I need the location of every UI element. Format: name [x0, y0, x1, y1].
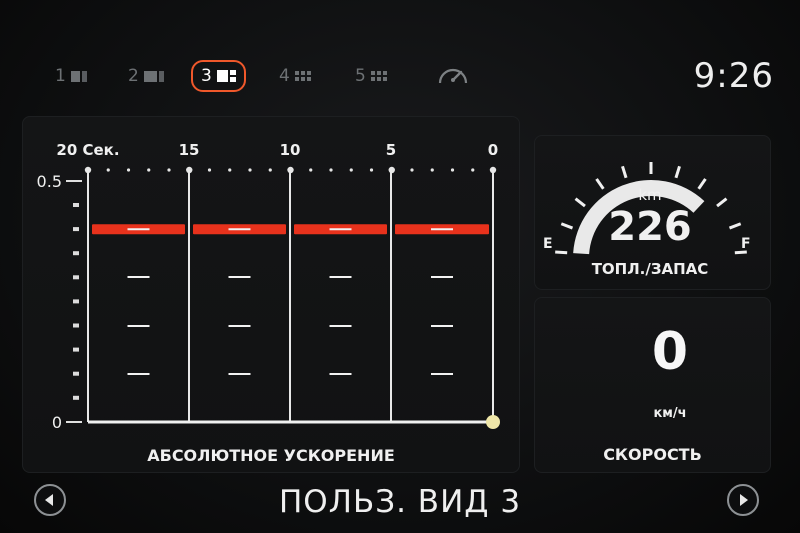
fuel-range-value: 226: [608, 204, 692, 250]
fuel-gauge-tick: [734, 250, 747, 255]
fuel-gauge-tick: [674, 165, 681, 179]
fuel-gauge-tick: [621, 165, 628, 179]
fuel-full-label: F: [741, 236, 751, 252]
fuel-gauge-tick: [555, 250, 568, 255]
fuel-gauge-tick: [697, 178, 707, 190]
view-title: ПОЛЬЗ. ВИД 3: [278, 484, 522, 520]
fuel-gauge-tick: [560, 222, 574, 230]
fuel-empty-label: E: [543, 236, 553, 252]
arrow-right-icon: [740, 494, 748, 506]
fuel-gauge-tick: [728, 222, 742, 230]
speed-title: СКОРОСТЬ: [603, 445, 702, 464]
fuel-gauge-tick: [716, 197, 728, 208]
next-view-button[interactable]: [727, 484, 759, 516]
speed-value: 0: [651, 322, 689, 382]
fuel-gauge-tick: [595, 178, 605, 190]
speed-unit: км/ч: [653, 406, 687, 421]
fuel-range-unit: km: [638, 186, 662, 204]
fuel-gauge-tick: [574, 197, 586, 208]
fuel-range-title: ТОПЛ./ЗАПАС: [591, 260, 709, 278]
